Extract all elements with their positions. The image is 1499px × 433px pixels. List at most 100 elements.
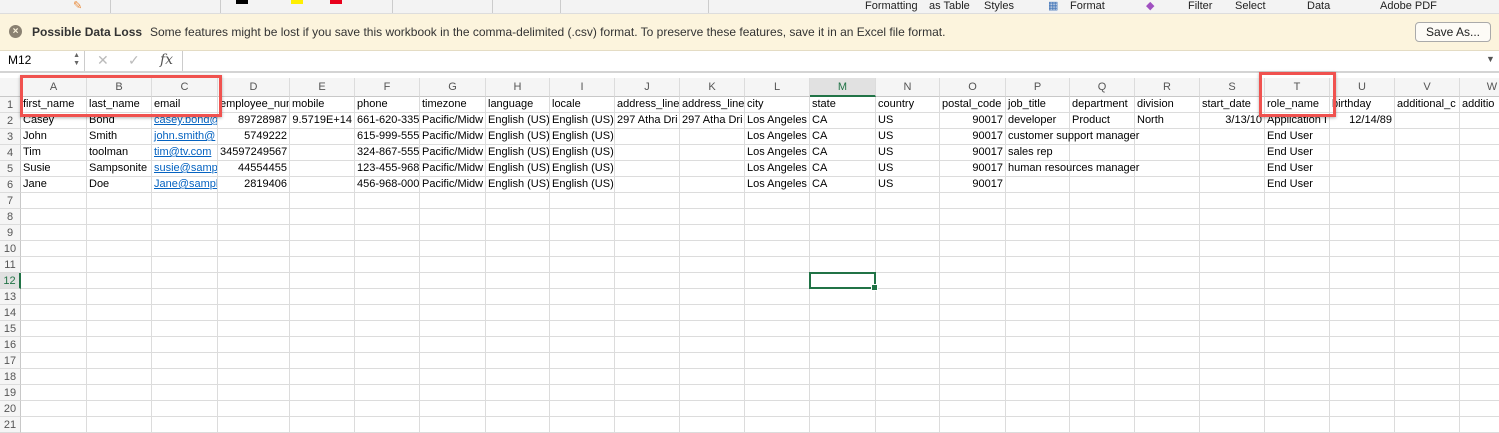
cell-c1[interactable]: email <box>152 97 218 113</box>
cell-p5[interactable]: human resources manager <box>1006 161 1139 177</box>
cell-w2[interactable] <box>1460 113 1499 129</box>
empty-cell[interactable] <box>1460 209 1499 225</box>
cell-n1[interactable]: country <box>876 97 940 113</box>
row-header-11[interactable]: 11 <box>0 257 21 273</box>
empty-cell[interactable] <box>486 369 550 385</box>
cell-n5[interactable]: US <box>876 161 940 177</box>
empty-cell[interactable] <box>1200 225 1265 241</box>
empty-cell[interactable] <box>355 385 420 401</box>
cell-u5[interactable] <box>1330 161 1395 177</box>
empty-cell[interactable] <box>420 225 486 241</box>
empty-cell[interactable] <box>1006 385 1070 401</box>
column-header-t[interactable]: T <box>1265 78 1330 97</box>
cell-k4[interactable] <box>680 145 745 161</box>
empty-cell[interactable] <box>745 321 810 337</box>
column-header-a[interactable]: A <box>21 78 87 97</box>
empty-cell[interactable] <box>152 225 218 241</box>
column-header-q[interactable]: Q <box>1070 78 1135 97</box>
empty-cell[interactable] <box>940 385 1006 401</box>
empty-cell[interactable] <box>745 305 810 321</box>
empty-cell[interactable] <box>87 241 152 257</box>
cell-t3[interactable]: End User <box>1265 129 1330 145</box>
empty-cell[interactable] <box>876 385 940 401</box>
cell-f2[interactable]: 661-620-335 <box>355 113 420 129</box>
empty-cell[interactable] <box>218 401 290 417</box>
ribbon-select[interactable]: Select <box>1235 0 1266 13</box>
cell-h3[interactable]: English (US) <box>486 129 550 145</box>
column-header-o[interactable]: O <box>940 78 1006 97</box>
empty-cell[interactable] <box>810 257 876 273</box>
border-color-icon[interactable] <box>236 0 248 4</box>
empty-cell[interactable] <box>876 209 940 225</box>
cell-h5[interactable]: English (US) <box>486 161 550 177</box>
empty-cell[interactable] <box>420 321 486 337</box>
cell-q4[interactable] <box>1070 145 1135 161</box>
cell-g5[interactable]: Pacific/Midw <box>420 161 486 177</box>
column-header-i[interactable]: I <box>550 78 615 97</box>
empty-cell[interactable] <box>1200 273 1265 289</box>
cell-j6[interactable] <box>615 177 680 193</box>
empty-cell[interactable] <box>615 417 680 433</box>
empty-cell[interactable] <box>1200 289 1265 305</box>
empty-cell[interactable] <box>1200 385 1265 401</box>
empty-cell[interactable] <box>1265 257 1330 273</box>
empty-cell[interactable] <box>1070 193 1135 209</box>
empty-cell[interactable] <box>218 353 290 369</box>
empty-cell[interactable] <box>290 209 355 225</box>
cell-i2[interactable]: English (US) <box>550 113 615 129</box>
empty-cell[interactable] <box>355 225 420 241</box>
cell-f5[interactable]: 123-455-968 <box>355 161 420 177</box>
cell-t6[interactable]: End User <box>1265 177 1330 193</box>
empty-cell[interactable] <box>218 305 290 321</box>
cell-u1[interactable]: birthday <box>1330 97 1395 113</box>
ribbon-data[interactable]: Data <box>1307 0 1330 13</box>
cell-d3[interactable]: 5749222 <box>218 129 290 145</box>
empty-cell[interactable] <box>486 273 550 289</box>
empty-cell[interactable] <box>745 353 810 369</box>
empty-cell[interactable] <box>1460 305 1499 321</box>
cell-s5[interactable] <box>1200 161 1265 177</box>
empty-cell[interactable] <box>1006 209 1070 225</box>
empty-cell[interactable] <box>87 225 152 241</box>
row-header-20[interactable]: 20 <box>0 401 21 417</box>
empty-cell[interactable] <box>218 337 290 353</box>
empty-cell[interactable] <box>21 241 87 257</box>
cell-p2[interactable]: developer <box>1006 113 1070 129</box>
empty-cell[interactable] <box>1070 305 1135 321</box>
fill-color-icon[interactable] <box>291 0 303 4</box>
empty-cell[interactable] <box>680 225 745 241</box>
cell-p4[interactable]: sales rep <box>1006 145 1070 161</box>
cell-w4[interactable] <box>1460 145 1499 161</box>
column-header-s[interactable]: S <box>1200 78 1265 97</box>
function-icon[interactable]: fx <box>160 52 173 68</box>
empty-cell[interactable] <box>87 401 152 417</box>
empty-cell[interactable] <box>1395 273 1460 289</box>
empty-cell[interactable] <box>290 241 355 257</box>
empty-cell[interactable] <box>550 337 615 353</box>
empty-cell[interactable] <box>1460 273 1499 289</box>
cell-j4[interactable] <box>615 145 680 161</box>
cell-r4[interactable] <box>1135 145 1200 161</box>
empty-cell[interactable] <box>940 193 1006 209</box>
empty-cell[interactable] <box>680 209 745 225</box>
empty-cell[interactable] <box>680 321 745 337</box>
empty-cell[interactable] <box>1135 369 1200 385</box>
column-header-r[interactable]: R <box>1135 78 1200 97</box>
row-header-18[interactable]: 18 <box>0 369 21 385</box>
empty-cell[interactable] <box>1200 321 1265 337</box>
empty-cell[interactable] <box>1200 209 1265 225</box>
cell-p3[interactable]: customer support manager <box>1006 129 1139 145</box>
cell-f4[interactable]: 324-867-555 <box>355 145 420 161</box>
cell-g4[interactable]: Pacific/Midw <box>420 145 486 161</box>
empty-cell[interactable] <box>1460 321 1499 337</box>
empty-cell[interactable] <box>1135 321 1200 337</box>
empty-cell[interactable] <box>290 225 355 241</box>
column-header-j[interactable]: J <box>615 78 680 97</box>
empty-cell[interactable] <box>1330 225 1395 241</box>
empty-cell[interactable] <box>486 209 550 225</box>
empty-cell[interactable] <box>550 321 615 337</box>
empty-cell[interactable] <box>355 289 420 305</box>
empty-cell[interactable] <box>1265 321 1330 337</box>
cell-j1[interactable]: address_line_1 <box>615 97 680 113</box>
format-painter-icon[interactable]: ✎ <box>73 0 82 13</box>
